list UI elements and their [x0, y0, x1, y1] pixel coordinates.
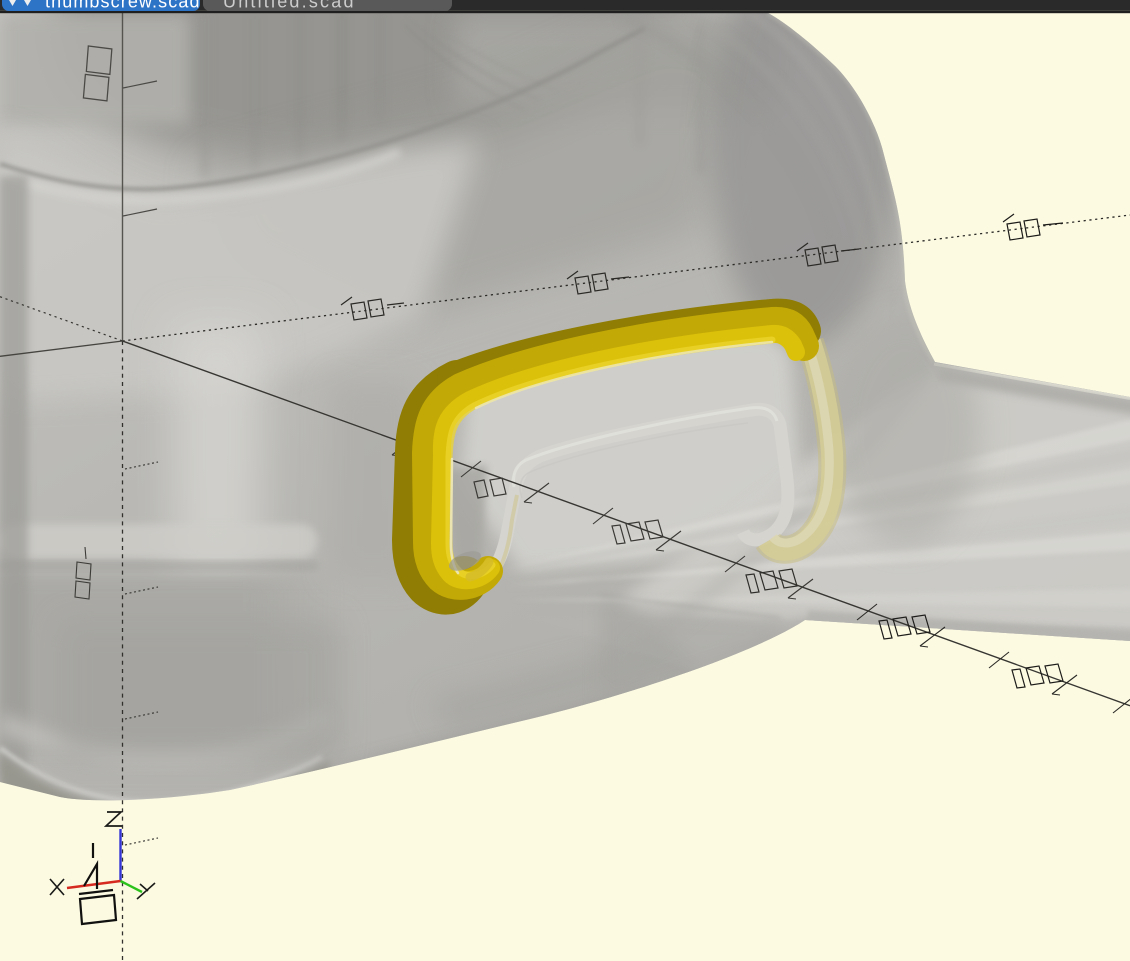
svg-text:Untitled.scad: Untitled.scad [223, 0, 356, 12]
svg-text:thumbscrew.scad: thumbscrew.scad [45, 0, 201, 12]
